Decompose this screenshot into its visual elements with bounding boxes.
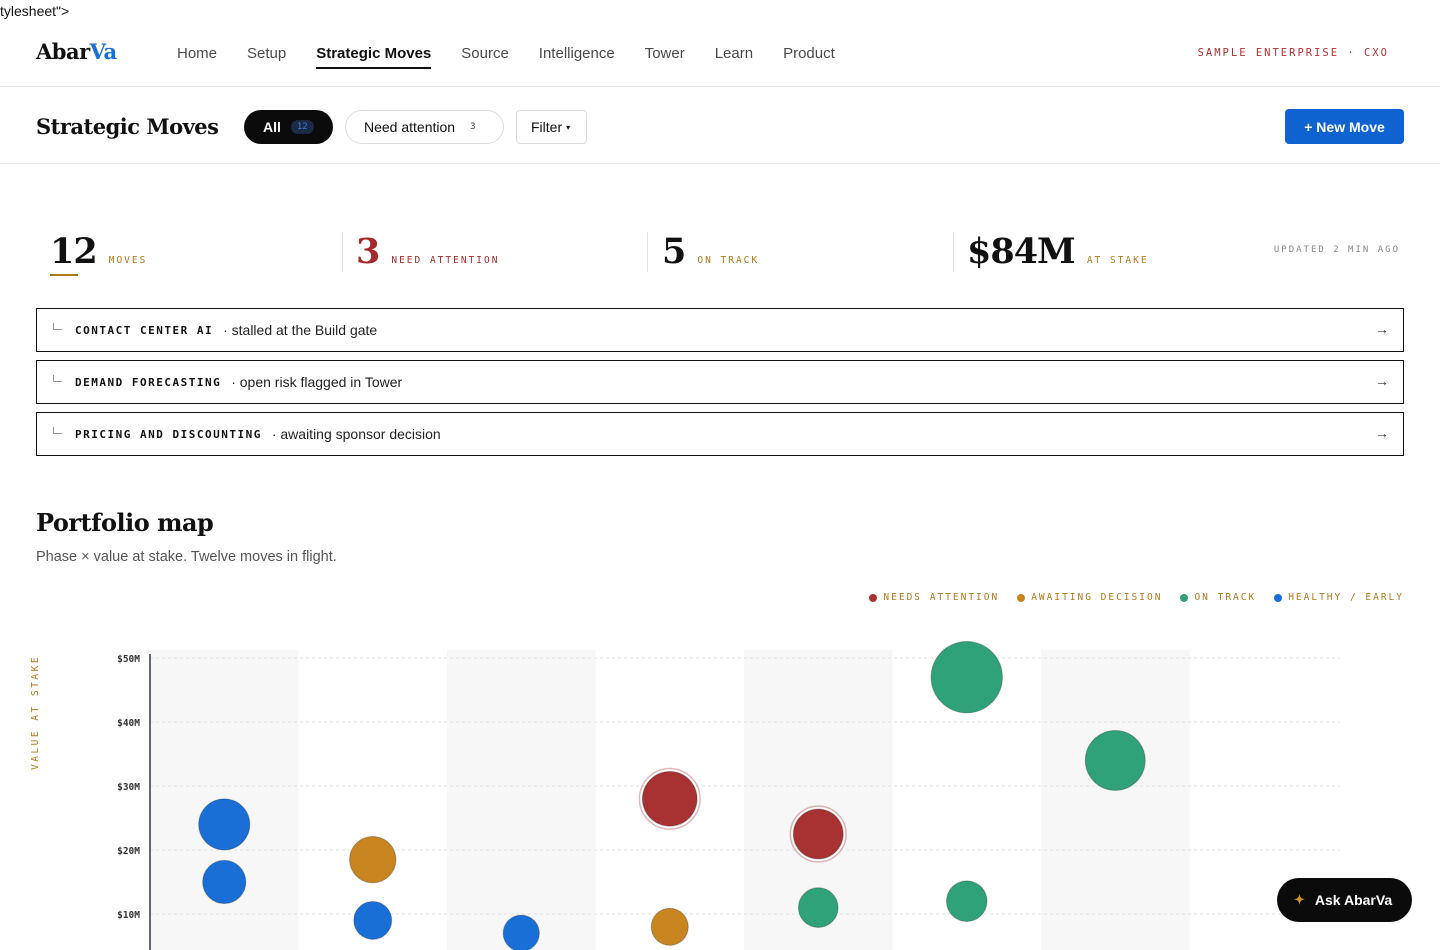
- ask-abarva-button[interactable]: ✦ Ask AbarVa: [1277, 878, 1412, 922]
- arrow-right-icon: →: [1375, 321, 1389, 337]
- stat-on-track: 5 ON TRACK: [662, 230, 759, 274]
- legend-label: NEEDS ATTENTION: [883, 592, 1000, 603]
- nav-item-learn[interactable]: Learn: [715, 45, 753, 69]
- legend-label: AWAITING DECISION: [1031, 592, 1163, 603]
- stat-moves-label: MOVES: [108, 255, 148, 266]
- corner-arrow-icon: [53, 323, 62, 330]
- portfolio-chart: $10M $20M $30M $40M $50M: [117, 641, 1340, 950]
- stat-moves-value: 12: [50, 231, 98, 272]
- corner-arrow-icon: [53, 375, 62, 382]
- ask-abarva-label: Ask AbarVa: [1314, 892, 1393, 908]
- corner-arrow-icon: [53, 427, 62, 434]
- enterprise-switcher[interactable]: SAMPLE ENTERPRISE · CXO: [1198, 47, 1389, 59]
- portfolio-title: Portfolio map: [36, 508, 214, 537]
- legend-item-needs-attention: NEEDS ATTENTION: [869, 592, 999, 603]
- stat-at-stake: $84M AT STAKE: [967, 230, 1149, 274]
- filter-button[interactable]: Filter ▾: [516, 110, 587, 144]
- arrow-right-icon: →: [1375, 373, 1389, 389]
- move-bubble: [202, 859, 247, 905]
- legend-label: HEALTHY / EARLY: [1288, 592, 1404, 603]
- page-title: Strategic Moves: [36, 114, 219, 139]
- filter-pill-need-count: 3: [470, 122, 476, 132]
- y-tick-label: $50M: [117, 654, 140, 665]
- page-header: Strategic Moves All 12 Need attention 3 …: [0, 87, 1440, 164]
- filter-pill-all-label: All: [263, 119, 281, 135]
- alert-row[interactable]: DEMAND FORECASTING · open risk flagged i…: [36, 360, 1404, 404]
- new-move-button[interactable]: + New Move: [1285, 109, 1404, 144]
- move-bubble: [502, 914, 540, 950]
- stat-attention[interactable]: 3 NEED ATTENTION: [356, 230, 499, 274]
- alert-move-name: DEMAND FORECASTING: [75, 375, 222, 389]
- stat-at-stake-label: AT STAKE: [1086, 255, 1149, 266]
- y-tick-label: $10M: [117, 910, 140, 921]
- move-bubble: [930, 641, 1003, 714]
- stat-moves: 12 MOVES: [50, 230, 148, 276]
- nav-item-home[interactable]: Home: [177, 45, 217, 69]
- move-bubble: [641, 770, 698, 827]
- alert-move-name: CONTACT CENTER AI: [75, 323, 214, 337]
- stat-attention-label: NEED ATTENTION: [391, 255, 500, 266]
- stats-bar: 12 MOVES 3 NEED ATTENTION 5 ON TRACK $84…: [36, 230, 1404, 276]
- legend-label: ON TRACK: [1194, 592, 1257, 603]
- move-bubble: [1084, 729, 1146, 791]
- move-bubble: [650, 907, 689, 946]
- legend-dot: [1180, 593, 1189, 602]
- move-bubble: [945, 880, 988, 922]
- alert-description: · awaiting sponsor decision: [271, 426, 441, 442]
- y-tick-label: $40M: [117, 718, 140, 729]
- alert-row[interactable]: CONTACT CENTER AI · stalled at the Build…: [36, 308, 1404, 352]
- phase-band: [447, 650, 596, 950]
- chart-legend: NEEDS ATTENTION AWAITING DECISION ON TRA…: [869, 592, 1404, 603]
- legend-item-awaiting-decision: AWAITING DECISION: [1017, 592, 1162, 603]
- nav-items: Home Setup Strategic Moves Source Intell…: [177, 45, 835, 69]
- move-bubble: [198, 798, 251, 851]
- stat-divider: [647, 232, 648, 272]
- brand-logo-part1: Abar: [36, 39, 90, 64]
- portfolio-subtitle: Phase × value at stake. Twelve moves in …: [36, 549, 337, 565]
- nav-item-source[interactable]: Source: [461, 45, 509, 69]
- stat-on-track-label: ON TRACK: [697, 255, 760, 266]
- legend-dot: [1017, 593, 1026, 602]
- updated-timestamp: UPDATED 2 MIN AGO: [1273, 245, 1400, 255]
- stat-divider: [342, 232, 343, 272]
- filter-pill-need-attention[interactable]: Need attention 3: [345, 110, 504, 144]
- nav-item-intelligence[interactable]: Intelligence: [539, 45, 615, 69]
- move-bubble: [797, 887, 839, 928]
- legend-dot: [1274, 593, 1283, 602]
- nav-item-strategic-moves[interactable]: Strategic Moves: [316, 45, 432, 69]
- alert-description: · open risk flagged in Tower: [231, 374, 403, 390]
- stat-divider: [953, 232, 954, 272]
- move-bubble: [349, 835, 397, 884]
- stat-attention-value: 3: [356, 231, 380, 272]
- filter-button-label: Filter: [531, 119, 563, 135]
- sparkle-icon: ✦: [1294, 892, 1305, 907]
- filter-pill-all-count: 12: [290, 120, 314, 134]
- move-bubble: [792, 808, 844, 860]
- alert-row[interactable]: PRICING AND DISCOUNTING · awaiting spons…: [36, 412, 1404, 456]
- y-tick-label: $20M: [117, 846, 140, 857]
- stat-moves-underline: [50, 274, 78, 276]
- alert-description: · stalled at the Build gate: [223, 322, 378, 338]
- legend-item-healthy-early: HEALTHY / EARLY: [1274, 592, 1404, 603]
- stat-at-stake-value: $84M: [967, 231, 1076, 272]
- brand-logo-part2: Va: [89, 39, 117, 64]
- nav-item-setup[interactable]: Setup: [247, 45, 286, 69]
- y-tick-label: $30M: [117, 782, 140, 793]
- top-nav: AbarVa Home Setup Strategic Moves Source…: [0, 22, 1440, 87]
- nav-item-product[interactable]: Product: [783, 45, 835, 69]
- legend-dot: [869, 593, 878, 602]
- stray-text: tylesheet">: [0, 3, 70, 19]
- filter-pill-need-label: Need attention: [364, 119, 456, 135]
- alert-move-name: PRICING AND DISCOUNTING: [75, 427, 262, 441]
- move-bubble: [353, 900, 393, 940]
- chevron-down-icon: ▾: [566, 122, 571, 132]
- legend-item-on-track: ON TRACK: [1180, 592, 1256, 603]
- brand-logo[interactable]: AbarVa: [36, 39, 117, 64]
- phase-band: [1041, 650, 1190, 950]
- arrow-right-icon: →: [1375, 425, 1389, 441]
- stat-on-track-value: 5: [662, 231, 686, 272]
- filter-pill-all[interactable]: All 12: [244, 110, 333, 144]
- nav-item-tower[interactable]: Tower: [645, 45, 685, 69]
